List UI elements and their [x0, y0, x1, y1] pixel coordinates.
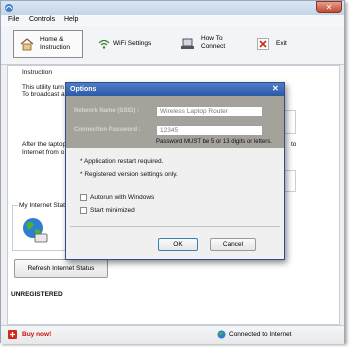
- home-icon: [20, 38, 34, 51]
- buy-now-icon: [8, 330, 17, 339]
- menu-controls[interactable]: Controls: [29, 16, 55, 23]
- start-minimized-label[interactable]: Start minimized: [90, 207, 135, 214]
- connection-globe-icon: [217, 330, 226, 339]
- registered-note: * Registered version settings only.: [80, 171, 178, 178]
- toolbar: Home & Instruction WiFi Settings How To …: [1, 26, 344, 65]
- how-to-connect-button[interactable]: How To Connect: [171, 30, 241, 58]
- home-instruction-label: Home & Instruction: [40, 36, 70, 51]
- status-bar: Buy now! Connected to Internet: [1, 325, 344, 344]
- wifi-settings-label: WiFi Settings: [113, 40, 152, 47]
- app-icon: [5, 4, 13, 12]
- autorun-checkbox[interactable]: [80, 194, 87, 201]
- cancel-button[interactable]: Cancel: [210, 238, 256, 251]
- home-instruction-button[interactable]: Home & Instruction: [13, 30, 83, 58]
- network-name-input[interactable]: Wireless Laptop Router: [156, 106, 263, 117]
- options-dialog: Options ✕ Network Name (SSID) : Wireless…: [65, 82, 285, 260]
- dialog-separator: [70, 226, 280, 227]
- ok-button[interactable]: OK: [158, 238, 198, 251]
- wifi-settings-button[interactable]: WiFi Settings: [91, 30, 161, 58]
- refresh-internet-status-button[interactable]: Refresh Internet Status: [14, 259, 108, 278]
- start-minimized-checkbox[interactable]: [80, 207, 87, 214]
- buy-now-link[interactable]: Buy now!: [22, 331, 51, 338]
- exit-icon: [257, 38, 269, 50]
- menu-file[interactable]: File: [8, 16, 19, 23]
- internet-status-group-title: My Internet Stat: [18, 202, 66, 209]
- after-text-line1: After the laptop: [22, 141, 67, 148]
- laptop-icon: [181, 38, 194, 49]
- connection-status: Connected to Internet: [229, 331, 292, 338]
- menu-bar: File Controls Help: [1, 15, 344, 26]
- after-text-line1-tail: to: [291, 141, 297, 148]
- registration-status: UNREGISTERED: [11, 291, 63, 298]
- after-text-line2: Internet from o: [22, 149, 65, 156]
- connection-password-input[interactable]: 12345: [156, 125, 263, 136]
- window-close-button[interactable]: ✕: [316, 1, 342, 13]
- wifi-icon: [98, 39, 110, 49]
- intro-text-line1: This utility turn: [22, 84, 64, 91]
- connection-password-label: Connection Password :: [74, 127, 141, 133]
- password-hint: Password MUST be 5 or 13 digits or lette…: [156, 139, 272, 145]
- exit-label: Exit: [276, 40, 287, 47]
- options-dialog-title[interactable]: Options: [66, 83, 284, 96]
- options-settings-panel: Network Name (SSID) : Wireless Laptop Ro…: [66, 96, 284, 148]
- how-to-connect-label: How To Connect: [201, 35, 226, 50]
- intro-text-line2: To broadcast a: [22, 91, 65, 98]
- title-bar[interactable]: ✕: [1, 1, 344, 15]
- exit-button[interactable]: Exit: [246, 30, 316, 58]
- menu-help[interactable]: Help: [64, 16, 78, 23]
- autorun-label[interactable]: Autorun with Windows: [90, 194, 154, 201]
- globe-network-icon: [23, 218, 48, 243]
- instruction-heading: Instruction: [22, 69, 52, 76]
- options-dialog-close-button[interactable]: ✕: [272, 84, 279, 93]
- restart-note: * Application restart required.: [80, 158, 164, 165]
- network-name-label: Network Name (SSID) :: [74, 108, 140, 114]
